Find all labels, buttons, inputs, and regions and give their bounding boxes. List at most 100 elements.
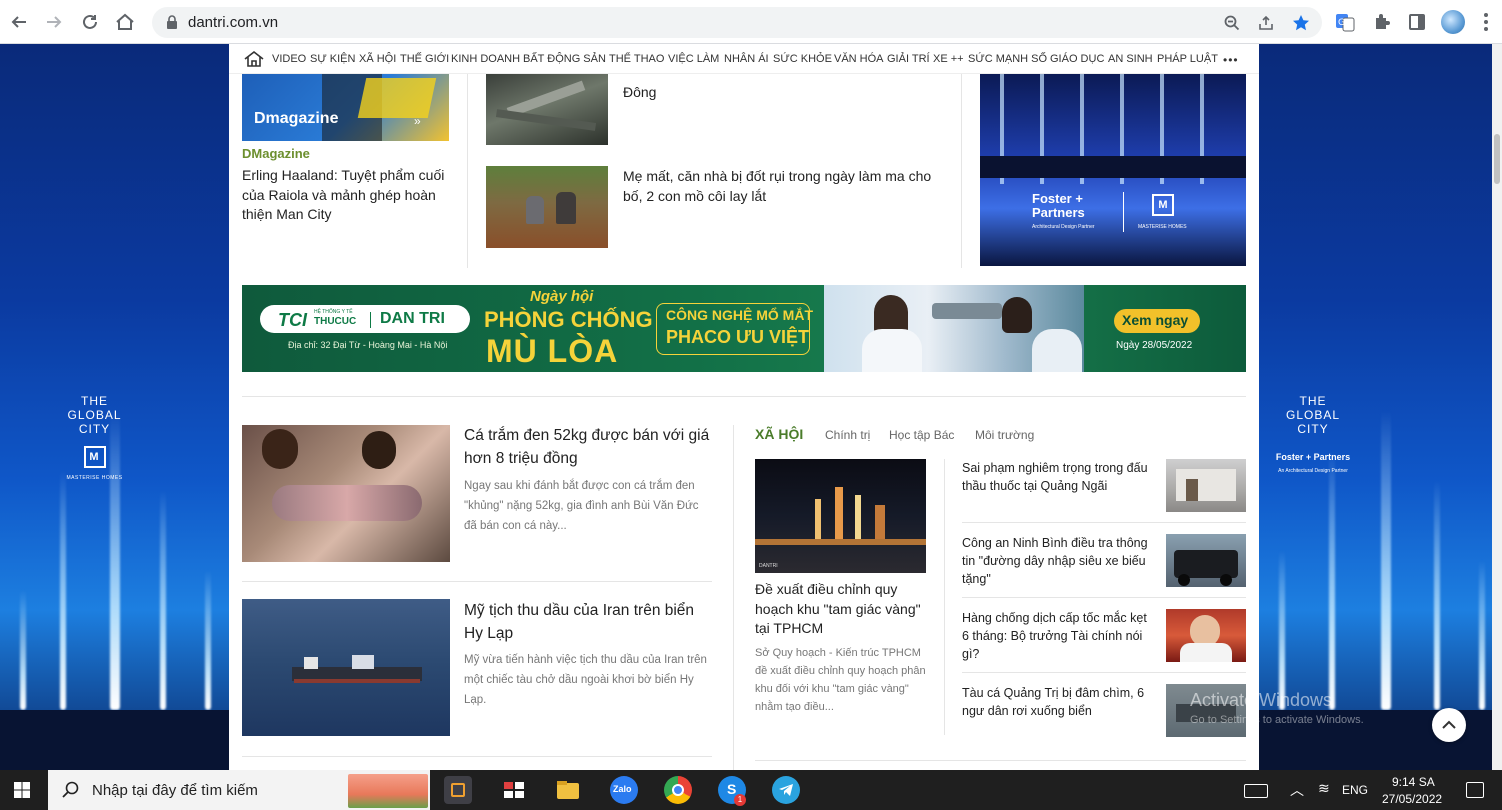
section-xa-hoi-heading[interactable]: XÃ HỘI — [755, 426, 803, 442]
nav-kinh-doanh[interactable]: KINH DOANH — [451, 53, 520, 65]
banner-brand-system: HỆ THỐNG Y TẾ — [314, 309, 353, 315]
task-view-icon[interactable] — [444, 776, 472, 804]
xa-hoi-item-2-title[interactable]: Công an Ninh Bình điều tra thông tin "đư… — [962, 534, 1157, 588]
nav-xa-hoi[interactable]: XÃ HỘI — [359, 53, 396, 65]
masterise-ad[interactable]: Foster + Partners Architectural Design P… — [980, 74, 1246, 266]
svg-text:G: G — [1338, 18, 1345, 28]
nav-bat-dong-san[interactable]: BẤT ĐỘNG SẢN — [523, 53, 606, 65]
eye-surgery-banner[interactable]: TCI HỆ THỐNG Y TẾ THUCUC DAN TRI Địa chỉ… — [242, 285, 1246, 372]
skin-line-2: GLOBAL — [67, 408, 122, 422]
windows-start-icon[interactable] — [0, 770, 44, 810]
nav-giao-duc[interactable]: GIÁO DỤC — [1050, 53, 1104, 65]
nav-nhan-ai[interactable]: NHÂN ÁI — [724, 53, 769, 65]
bookmark-star-icon[interactable] — [1291, 13, 1311, 33]
nav-giai-tri[interactable]: GIẢI TRÍ — [887, 53, 930, 65]
article-thumbnail[interactable] — [486, 166, 608, 248]
zalo-label: Zalo — [613, 784, 632, 794]
chrome-icon[interactable] — [664, 776, 692, 804]
right-skin-ad[interactable]: THE GLOBAL CITY Foster + Partners An Arc… — [1259, 44, 1502, 770]
scroll-to-top-button[interactable] — [1432, 708, 1466, 742]
share-icon[interactable] — [1256, 13, 1276, 33]
zoom-icon[interactable] — [1222, 13, 1242, 33]
nav-the-gioi[interactable]: THẾ GIỚI — [400, 53, 449, 65]
banner-brand-dantri: DAN TRI — [380, 310, 445, 327]
xa-hoi-main-title[interactable]: Đề xuất điều chỉnh quy hoạch khu "tam gi… — [755, 580, 930, 639]
article-thumbnail[interactable] — [242, 599, 450, 736]
profile-avatar[interactable] — [1441, 10, 1465, 34]
extensions-puzzle-icon[interactable] — [1370, 10, 1394, 34]
search-highlight-illustration — [348, 774, 428, 808]
file-explorer-icon[interactable] — [554, 776, 582, 804]
xa-hoi-item-4-title[interactable]: Tàu cá Quảng Trị bị đâm chìm, 6 ngư dân … — [962, 684, 1157, 720]
nav-su-kien[interactable]: SỰ KIỆN — [310, 53, 355, 65]
language-indicator[interactable]: ENG — [1342, 783, 1368, 797]
banner-tech-2: PHACO ƯU VIỆT — [666, 327, 809, 347]
search-icon — [62, 781, 79, 798]
article-1-title[interactable]: Cá trắm đen 52kg được bán với giá hơn 8 … — [464, 424, 714, 470]
page-scrollbar[interactable] — [1492, 44, 1502, 770]
zalo-icon[interactable]: Zalo — [610, 776, 638, 804]
banner-brand-tci: TCI — [278, 310, 307, 330]
translate-extension-icon[interactable]: G — [1333, 10, 1357, 34]
nav-phap-luat[interactable]: PHÁP LUẬT — [1157, 53, 1218, 65]
article-2-desc: Mỹ vừa tiến hành việc tịch thu dầu của I… — [464, 654, 707, 706]
banner-headline-1: Ngày hội — [530, 288, 594, 305]
wifi-icon[interactable]: ≋ — [1318, 780, 1330, 797]
xa-hoi-item-2-thumb[interactable] — [1166, 534, 1246, 587]
dmagazine-label[interactable]: DMagazine — [242, 146, 310, 161]
left-skin-ad[interactable]: THE GLOBAL CITY M MASTERISE HOMES — [0, 44, 229, 770]
lock-icon[interactable] — [166, 15, 178, 34]
article-1-desc: Ngay sau khi đánh bắt được con cá trắm đ… — [464, 480, 699, 532]
masterise-logo-icon: M — [83, 446, 106, 468]
dmagazine-thumbnail[interactable]: Dmagazine » — [242, 74, 449, 141]
clock-date[interactable]: 27/05/2022 — [1382, 792, 1442, 806]
telegram-icon[interactable] — [772, 776, 800, 804]
home-icon[interactable] — [111, 8, 139, 36]
xa-hoi-item-3-thumb[interactable] — [1166, 609, 1246, 662]
article-thumbnail[interactable] — [486, 74, 608, 145]
article-2-title[interactable]: Mỹ tịch thu dầu của Iran trên biển Hy Lạ… — [464, 599, 714, 645]
banner-address: Địa chỉ: 32 Đại Từ - Hoàng Mai - Hà Nội — [288, 340, 448, 350]
banner-date: Ngày 28/05/2022 — [1116, 340, 1193, 351]
app-grid-icon[interactable] — [500, 776, 528, 804]
nav-suc-manh-so[interactable]: SỨC MẠNH SỐ — [968, 53, 1047, 65]
banner-cta[interactable]: Xem ngay — [1122, 312, 1188, 328]
nav-the-thao[interactable]: THỂ THAO — [609, 53, 664, 65]
subtab-hoc-tap-bac[interactable]: Học tập Bác — [889, 428, 954, 442]
skype-icon[interactable]: S 1 — [718, 776, 746, 806]
tray-chevron-up-icon[interactable]: ︿ — [1290, 780, 1304, 800]
story-2-title[interactable]: Mẹ mất, căn nhà bị đốt rụi trong ngày là… — [623, 166, 943, 206]
nav-more-icon[interactable]: ••• — [1223, 53, 1239, 67]
xa-hoi-main-thumbnail[interactable]: DANTRI — [755, 459, 926, 573]
back-arrow-icon[interactable] — [5, 8, 33, 36]
action-center-keyboard-icon[interactable] — [1242, 776, 1270, 804]
chevron-up-icon — [1442, 720, 1456, 729]
taskbar-search-box[interactable]: Nhập tại đây để tìm kiếm — [48, 770, 430, 810]
article-thumbnail[interactable] — [242, 425, 450, 562]
browser-menu-icon[interactable] — [1480, 10, 1492, 34]
nav-video[interactable]: VIDEO — [272, 53, 306, 65]
banner-headline-2: PHÒNG CHỐNG — [484, 307, 653, 332]
forward-arrow-icon[interactable] — [40, 8, 68, 36]
home-nav-icon[interactable] — [243, 50, 265, 68]
side-panel-icon[interactable] — [1405, 10, 1429, 34]
nav-van-hoa[interactable]: VĂN HÓA — [834, 53, 884, 65]
nav-suc-khoe[interactable]: SỨC KHỎE — [773, 53, 832, 65]
nav-viec-lam[interactable]: VIỆC LÀM — [668, 53, 719, 65]
nav-an-sinh[interactable]: AN SINH — [1108, 53, 1153, 65]
xa-hoi-item-1-title[interactable]: Sai phạm nghiêm trọng trong đấu thầu thu… — [962, 459, 1157, 495]
story-1-title[interactable]: Đông — [623, 84, 656, 100]
taskbar-search-placeholder: Nhập tại đây để tìm kiếm — [92, 782, 258, 799]
dmagazine-title[interactable]: Erling Haaland: Tuyệt phẩm cuối của Raio… — [242, 166, 457, 225]
scrollbar-thumb[interactable] — [1494, 134, 1500, 184]
xa-hoi-item-1-thumb[interactable] — [1166, 459, 1246, 512]
browser-toolbar: dantri.com.vn G — [0, 0, 1502, 44]
subtab-moi-truong[interactable]: Môi trường — [975, 428, 1034, 442]
reload-icon[interactable] — [76, 8, 104, 36]
subtab-chinh-tri[interactable]: Chính trị — [825, 428, 870, 442]
nav-xe[interactable]: XE ++ — [933, 53, 964, 65]
xa-hoi-item-3-title[interactable]: Hàng chống dịch cấp tốc mắc kẹt 6 tháng:… — [962, 609, 1157, 663]
notification-icon[interactable] — [1466, 782, 1484, 798]
address-bar[interactable]: dantri.com.vn — [152, 7, 1322, 38]
clock-time[interactable]: 9:14 SA — [1392, 775, 1435, 789]
